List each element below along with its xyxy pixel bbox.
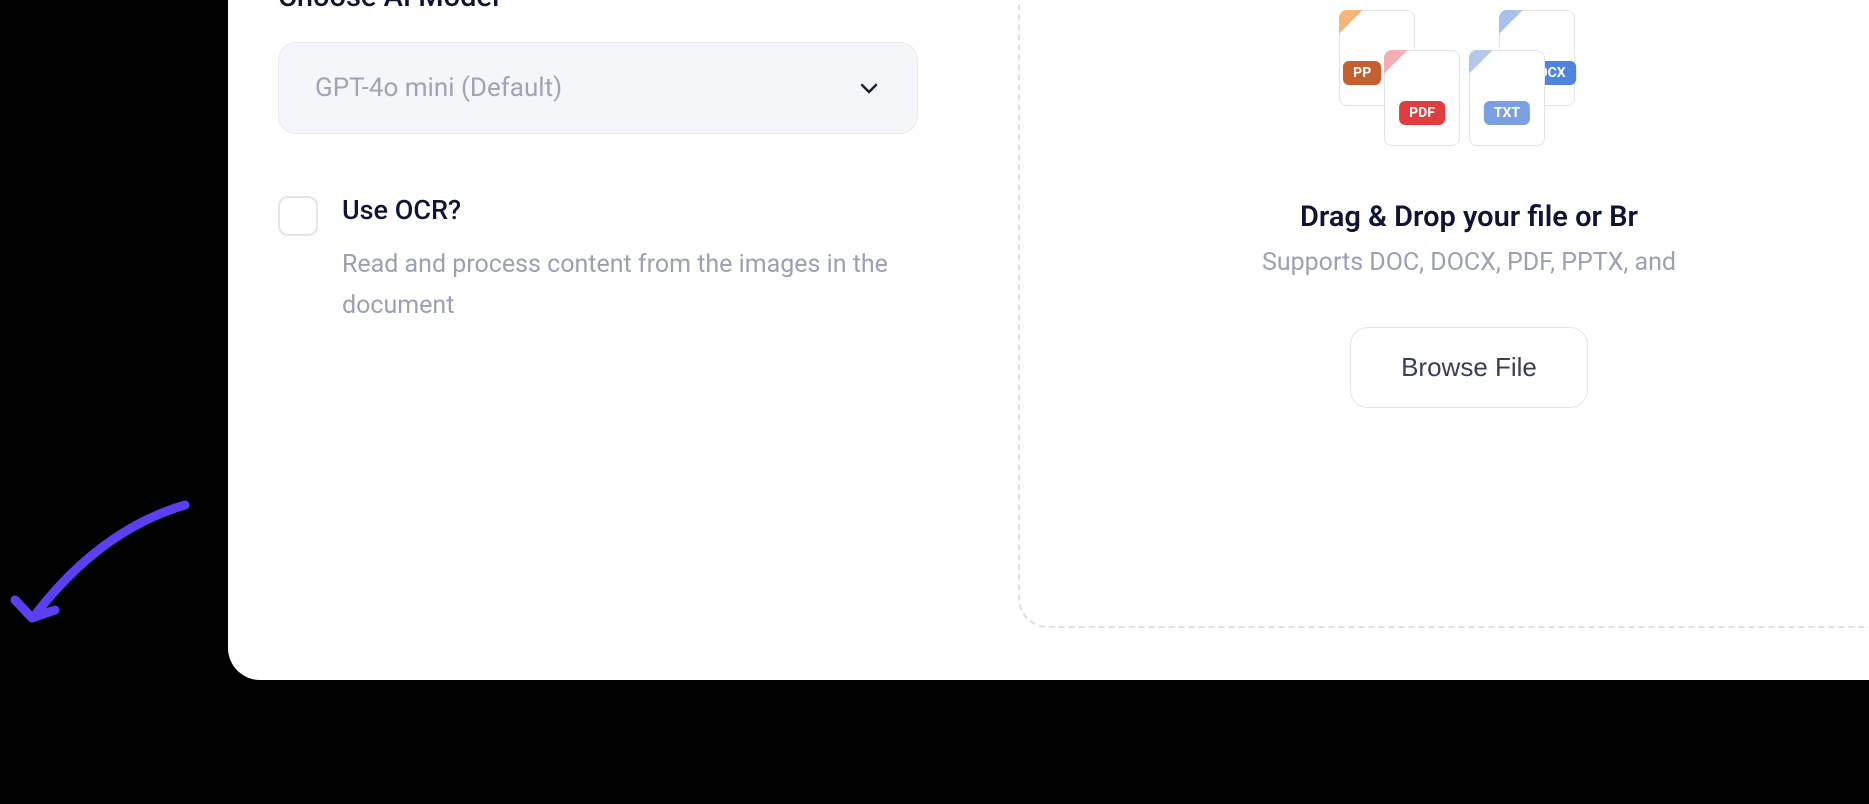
ocr-section: Use OCR? Read and process content from t… — [278, 194, 918, 327]
ppt-badge: PP — [1343, 61, 1381, 85]
ocr-content: Use OCR? Read and process content from t… — [342, 194, 918, 327]
ocr-description: Read and process content from the images… — [342, 244, 918, 327]
model-section-label: Choose AI Model — [278, 0, 918, 14]
chevron-down-icon — [857, 76, 881, 100]
file-upload-zone[interactable]: PP OCX PDF TXT Drag & Drop your file or … — [1018, 0, 1869, 628]
browse-file-button[interactable]: Browse File — [1350, 327, 1588, 408]
file-type-icons: PP OCX PDF TXT — [1329, 10, 1609, 160]
decorative-arrow-icon — [0, 490, 200, 670]
txt-file-icon: TXT — [1469, 50, 1545, 146]
ocr-checkbox[interactable] — [278, 196, 318, 236]
form-section: Choose AI Model GPT-4o mini (Default) Us… — [278, 0, 918, 327]
pdf-badge: PDF — [1399, 101, 1445, 125]
pdf-file-icon: PDF — [1384, 50, 1460, 146]
model-dropdown-value: GPT-4o mini (Default) — [315, 73, 562, 103]
model-dropdown[interactable]: GPT-4o mini (Default) — [278, 42, 918, 134]
settings-card: Choose AI Model GPT-4o mini (Default) Us… — [228, 0, 1869, 680]
upload-title: Drag & Drop your file or Br — [1300, 200, 1638, 234]
ocr-label: Use OCR? — [342, 194, 918, 226]
txt-badge: TXT — [1484, 101, 1530, 125]
upload-subtitle: Supports DOC, DOCX, PDF, PPTX, and — [1262, 248, 1676, 277]
